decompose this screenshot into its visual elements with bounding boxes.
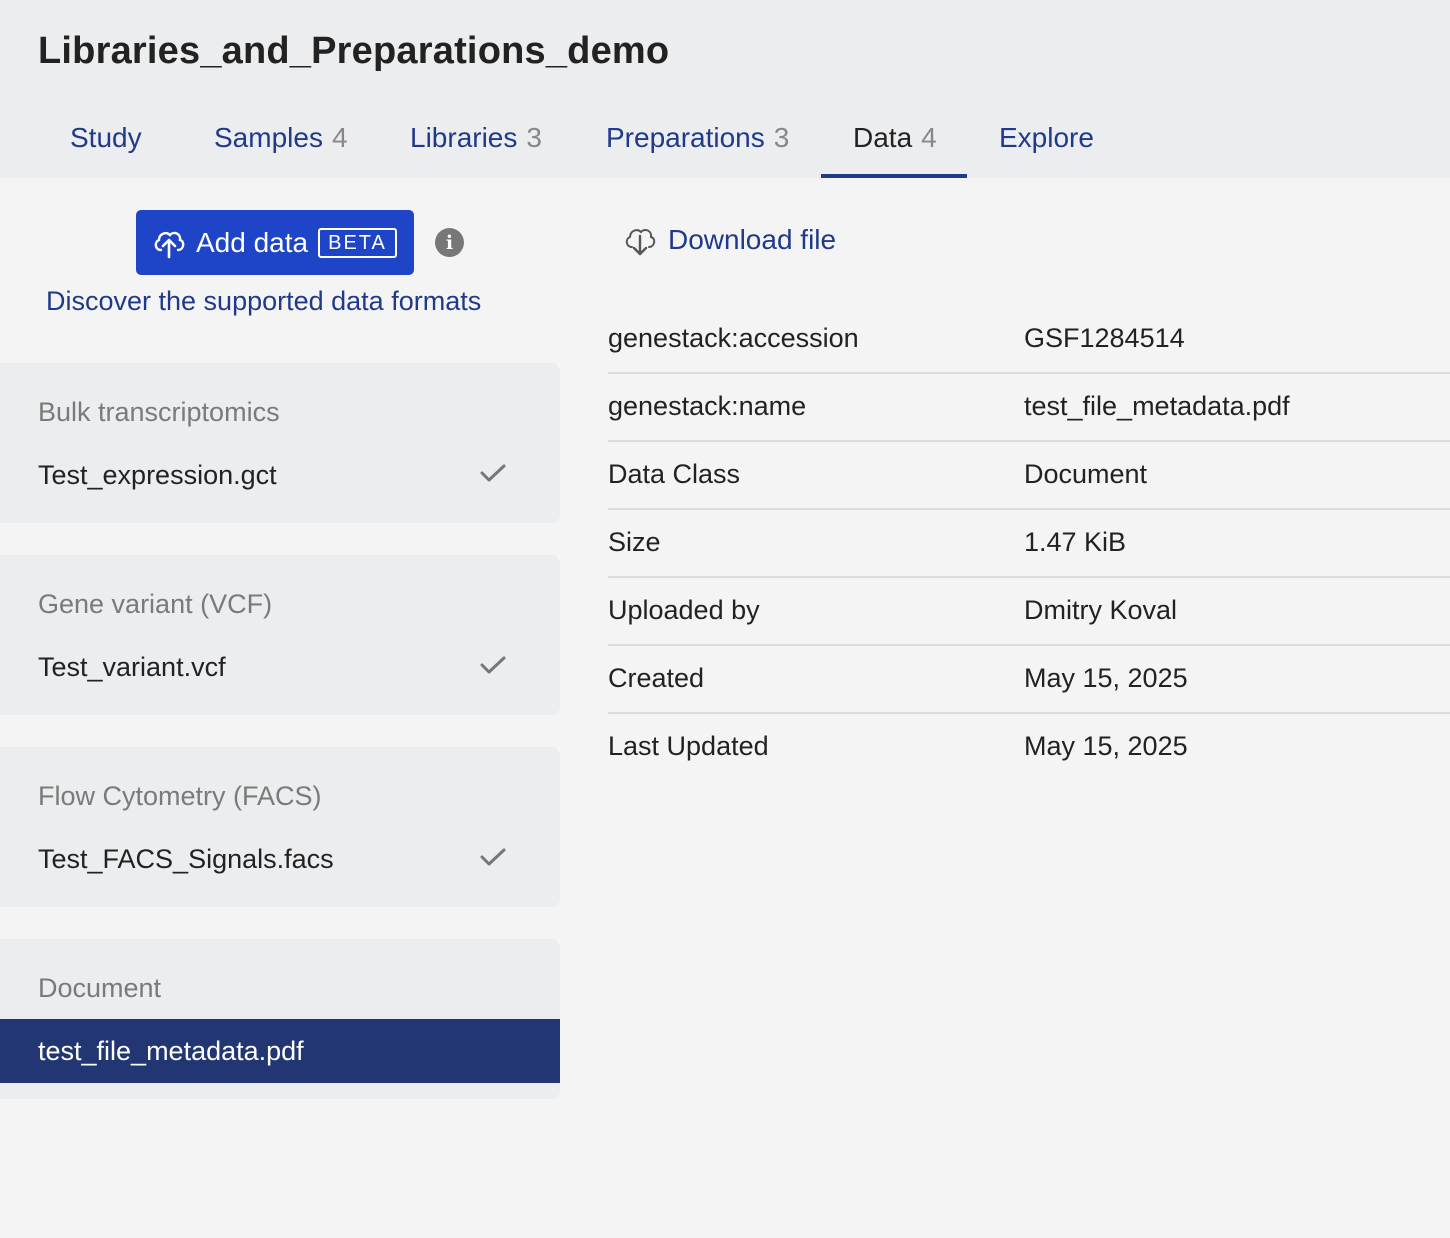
supported-formats-link[interactable]: Discover the supported data formats (46, 286, 481, 317)
download-file-button[interactable]: Download file (622, 222, 836, 258)
metadata-row: Uploaded by Dmitry Koval (608, 578, 1450, 646)
file-name: Test_FACS_Signals.facs (38, 843, 334, 874)
tab-label: Explore (999, 122, 1094, 153)
metadata-key: genestack:accession (608, 323, 859, 353)
page-title: Libraries_and_Preparations_demo (38, 30, 670, 72)
metadata-key: Data Class (608, 459, 741, 489)
tab-count: 4 (331, 122, 348, 153)
file-name: Test_expression.gct (38, 459, 277, 490)
data-group-bulk-transcriptomics: Bulk transcriptomics Test_expression.gct (0, 363, 560, 523)
beta-badge: BETA (318, 227, 397, 258)
cloud-download-icon (625, 228, 656, 256)
metadata-key: Created (608, 663, 705, 693)
file-row-test-file-metadata[interactable]: test_file_metadata.pdf (0, 1019, 560, 1083)
group-title: Document (38, 973, 162, 1003)
file-row-test-variant[interactable]: Test_variant.vcf (0, 635, 560, 699)
metadata-row: Size 1.47 KiB (608, 510, 1450, 578)
metadata-value: Document (1024, 459, 1148, 489)
metadata-key: Uploaded by (608, 595, 760, 625)
metadata-value: May 15, 2025 (1024, 663, 1188, 693)
tab-data[interactable]: Data 4 (821, 110, 967, 178)
tab-samples[interactable]: Samples 4 (214, 110, 348, 178)
tab-label: Study (70, 122, 142, 153)
header: Libraries_and_Preparations_demo Study Sa… (0, 0, 1450, 178)
tab-bar: Study Samples 4 Libraries 3 Preparations… (0, 110, 1450, 178)
metadata-key: genestack:name (608, 391, 807, 421)
metadata-value: GSF1284514 (1024, 323, 1185, 353)
add-data-button[interactable]: Add data BETA (136, 210, 414, 275)
tab-label: Data (853, 122, 913, 153)
group-title: Bulk transcriptomics (38, 397, 280, 427)
tab-libraries[interactable]: Libraries 3 (410, 110, 542, 178)
file-name: Test_variant.vcf (38, 651, 226, 682)
tab-preparations[interactable]: Preparations 3 (606, 110, 789, 178)
data-group-flow-cytometry: Flow Cytometry (FACS) Test_FACS_Signals.… (0, 747, 560, 907)
group-title: Flow Cytometry (FACS) (38, 781, 322, 811)
metadata-row: genestack:name test_file_metadata.pdf (608, 374, 1450, 442)
check-icon (480, 848, 506, 866)
group-title: Gene variant (VCF) (38, 589, 273, 619)
metadata-value: 1.47 KiB (1024, 527, 1127, 557)
tab-count: 3 (526, 122, 542, 153)
metadata-value: Dmitry Koval (1024, 595, 1178, 625)
file-row-test-facs[interactable]: Test_FACS_Signals.facs (0, 827, 560, 891)
metadata-row: Created May 15, 2025 (608, 646, 1450, 714)
file-row-test-expression[interactable]: Test_expression.gct (0, 443, 560, 507)
tab-label: Libraries (410, 122, 518, 153)
data-group-document: Document test_file_metadata.pdf (0, 939, 560, 1099)
metadata-row: Last Updated May 15, 2025 (608, 714, 1450, 782)
tab-count: 4 (921, 122, 937, 153)
metadata-value: May 15, 2025 (1024, 731, 1188, 761)
check-icon (480, 656, 506, 674)
info-icon[interactable]: i (435, 228, 464, 257)
cloud-upload-icon (154, 231, 185, 258)
metadata-key: Last Updated (608, 731, 769, 761)
check-icon (480, 464, 506, 482)
tab-study[interactable]: Study (70, 110, 142, 178)
metadata-row: Data Class Document (608, 442, 1450, 510)
metadata-key: Size (608, 527, 661, 557)
metadata-row: genestack:accession GSF1284514 (608, 306, 1450, 374)
tab-label: Samples (214, 122, 323, 153)
tab-label: Preparations (606, 122, 765, 153)
metadata-table: genestack:accession GSF1284514 genestack… (608, 306, 1450, 782)
tab-explore[interactable]: Explore (999, 110, 1094, 178)
file-name: test_file_metadata.pdf (38, 1035, 304, 1066)
metadata-value: test_file_metadata.pdf (1024, 391, 1290, 421)
tab-count: 3 (773, 122, 790, 153)
add-data-label: Add data (196, 226, 309, 258)
download-file-label: Download file (668, 224, 837, 255)
data-group-gene-variant: Gene variant (VCF) Test_variant.vcf (0, 555, 560, 715)
